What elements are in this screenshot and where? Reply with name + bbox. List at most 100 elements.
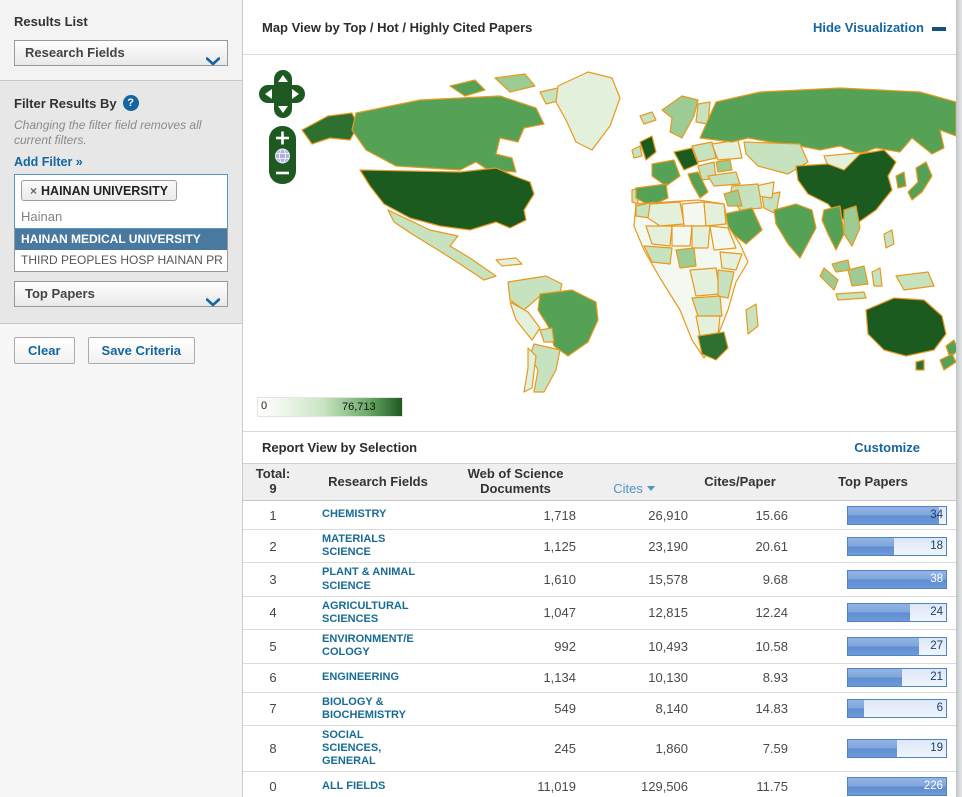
metric-select-value: Top Papers [25, 286, 95, 301]
row-cites-per-paper: 8.93 [690, 670, 790, 685]
row-rank: 1 [243, 508, 303, 523]
top-papers-bar-value: 6 [937, 702, 943, 714]
globe-icon [276, 149, 290, 163]
row-documents: 992 [453, 639, 578, 654]
filter-combo-box[interactable]: × HAINAN UNIVERSITY [14, 174, 228, 229]
row-cites: 12,815 [578, 605, 690, 620]
legend-min-label: 0 [261, 400, 267, 412]
clear-button[interactable]: Clear [14, 337, 75, 364]
results-list-select[interactable]: Research Fields [14, 40, 228, 66]
column-header-cites[interactable]: Cites [578, 467, 690, 497]
research-field-link[interactable]: BIOLOGY & BIOCHEMISTRY [303, 696, 453, 722]
table-row: 1 CHEMISTRY 1,718 26,910 15.66 34 [243, 501, 956, 530]
row-documents: 549 [453, 701, 578, 716]
remove-tag-icon[interactable]: × [30, 184, 37, 198]
row-rank: 7 [243, 701, 303, 716]
column-header-documents: Web of Science Documents [453, 467, 578, 497]
chevron-down-icon [206, 291, 220, 315]
sidebar: Results List Research Fields Filter Resu… [0, 0, 243, 797]
research-field-link[interactable]: ALL FIELDS [303, 780, 453, 793]
customize-link[interactable]: Customize [854, 440, 920, 455]
filter-tag: × HAINAN UNIVERSITY [21, 180, 177, 201]
row-cites: 15,578 [578, 572, 690, 587]
top-papers-bar-fill [848, 507, 939, 524]
research-field-link[interactable]: PLANT & ANIMAL SCIENCE [303, 566, 453, 592]
filter-title: Filter Results By [14, 96, 117, 111]
save-criteria-button[interactable]: Save Criteria [88, 337, 196, 364]
top-papers-bar-fill [848, 538, 894, 555]
map-controls[interactable] [259, 68, 305, 200]
top-papers-bar-value: 34 [930, 509, 943, 521]
sort-descending-icon [647, 486, 655, 491]
row-documents: 1,125 [453, 539, 578, 554]
row-cites-per-paper: 14.83 [690, 701, 790, 716]
top-papers-bar[interactable]: 38 [847, 570, 947, 589]
row-cites: 8,140 [578, 701, 690, 716]
map-header: Map View by Top / Hot / Highly Cited Pap… [243, 0, 956, 55]
filter-search-input[interactable] [21, 209, 221, 224]
suggestion-item[interactable]: THIRD PEOPLES HOSP HAINAN PR [15, 250, 227, 271]
filter-actions: Clear Save Criteria [0, 324, 242, 377]
row-cites-per-paper: 10.58 [690, 639, 790, 654]
filter-tag-label: HAINAN UNIVERSITY [41, 184, 168, 198]
top-papers-bar[interactable]: 34 [847, 506, 947, 525]
table-row: 5 ENVIRONMENT/E COLOGY 992 10,493 10.58 … [243, 630, 956, 663]
row-documents: 1,610 [453, 572, 578, 587]
table-row: 4 AGRICULTURAL SCIENCES 1,047 12,815 12.… [243, 597, 956, 630]
report-section: Report View by Selection Customize Total… [243, 431, 956, 797]
row-cites: 26,910 [578, 508, 690, 523]
row-documents: 1,718 [453, 508, 578, 523]
row-cites: 10,493 [578, 639, 690, 654]
add-filter-link[interactable]: Add Filter » [14, 155, 228, 169]
chevron-down-icon [206, 50, 220, 74]
research-field-link[interactable]: CHEMISTRY [303, 508, 453, 521]
row-cites: 129,506 [578, 779, 690, 794]
row-cites-per-paper: 11.75 [690, 779, 790, 794]
research-field-link[interactable]: MATERIALS SCIENCE [303, 533, 453, 559]
top-papers-bar[interactable]: 24 [847, 603, 947, 622]
world-map[interactable] [300, 58, 956, 393]
research-field-link[interactable]: ENGINEERING [303, 671, 453, 684]
filter-suggestion-list: HAINAN MEDICAL UNIVERSITY THIRD PEOPLES … [14, 229, 228, 272]
row-cites-per-paper: 9.68 [690, 572, 790, 587]
row-rank: 6 [243, 670, 303, 685]
row-documents: 11,019 [453, 779, 578, 794]
row-rank: 8 [243, 741, 303, 756]
column-header-research-fields: Research Fields [303, 475, 453, 490]
row-cites: 23,190 [578, 539, 690, 554]
suggestion-item[interactable]: HAINAN MEDICAL UNIVERSITY [15, 229, 227, 250]
top-papers-bar[interactable]: 21 [847, 668, 947, 687]
research-field-link[interactable]: ENVIRONMENT/E COLOGY [303, 633, 453, 659]
metric-select[interactable]: Top Papers [14, 281, 228, 307]
top-papers-bar[interactable]: 19 [847, 739, 947, 758]
row-documents: 1,134 [453, 670, 578, 685]
esi-results-page: Results List Research Fields Filter Resu… [0, 0, 962, 797]
research-field-link[interactable]: AGRICULTURAL SCIENCES [303, 600, 453, 626]
top-papers-bar[interactable]: 6 [847, 699, 947, 718]
table-header-row: Total: 9 Research Fields Web of Science … [243, 463, 956, 501]
top-papers-bar-value: 18 [930, 540, 943, 552]
help-icon[interactable]: ? [123, 95, 139, 111]
top-papers-bar-value: 27 [930, 640, 943, 652]
table-row: 8 SOCIAL SCIENCES, GENERAL 245 1,860 7.5… [243, 726, 956, 773]
table-row: 0 ALL FIELDS 11,019 129,506 11.75 226 [243, 772, 956, 797]
top-papers-bar[interactable]: 27 [847, 637, 947, 656]
table-row: 7 BIOLOGY & BIOCHEMISTRY 549 8,140 14.83… [243, 693, 956, 726]
row-rank: 0 [243, 779, 303, 794]
table-row: 6 ENGINEERING 1,134 10,130 8.93 21 [243, 664, 956, 693]
research-field-link[interactable]: SOCIAL SCIENCES, GENERAL [303, 729, 453, 769]
top-papers-bar[interactable]: 18 [847, 537, 947, 556]
top-papers-bar[interactable]: 226 [847, 777, 947, 796]
results-list-section: Results List Research Fields [0, 0, 242, 81]
column-header-top-papers: Top Papers [790, 475, 956, 490]
results-list-select-value: Research Fields [25, 45, 125, 60]
hide-visualization-link[interactable]: Hide Visualization [813, 20, 946, 35]
filter-section: Filter Results By ? Changing the filter … [0, 81, 242, 324]
row-cites-per-paper: 15.66 [690, 508, 790, 523]
row-rank: 3 [243, 572, 303, 587]
results-list-title: Results List [14, 14, 228, 29]
report-title: Report View by Selection [262, 440, 417, 455]
top-papers-bar-value: 21 [930, 671, 943, 683]
window-scrollbar[interactable] [956, 0, 962, 797]
row-rank: 4 [243, 605, 303, 620]
